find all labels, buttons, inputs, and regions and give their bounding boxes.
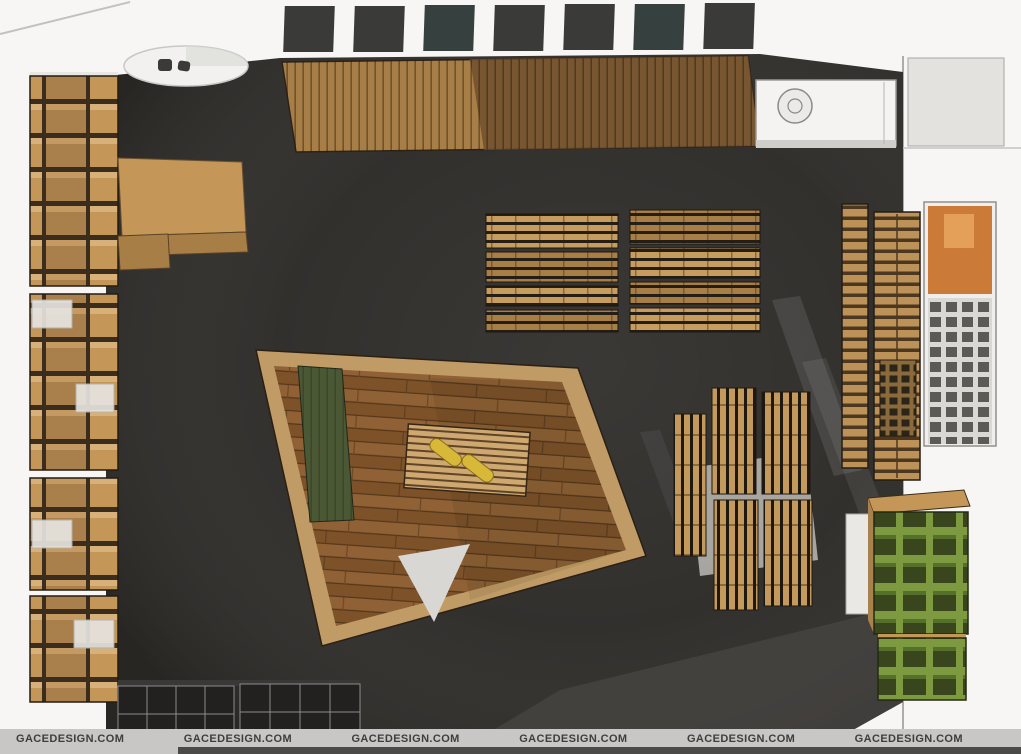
lower-shelf-unit <box>878 638 966 700</box>
ac-front-edge <box>756 140 896 148</box>
skylight-panel <box>563 4 615 50</box>
slat-shelf-narrow <box>842 204 868 468</box>
ac-body <box>756 80 896 146</box>
light-fixture-icon <box>177 60 190 72</box>
slat-table <box>630 282 760 304</box>
render-canvas: GACEDESIGN.COM GACEDESIGN.COM GACEDESIGN… <box>0 0 1021 754</box>
slat-bench <box>714 500 758 610</box>
skylight-panel <box>493 5 545 51</box>
shelf-white-box <box>32 520 72 548</box>
watermark-text: GACEDESIGN.COM <box>16 733 124 745</box>
interior-render <box>0 0 1021 754</box>
footer-strip <box>178 747 1021 754</box>
watermark-text: GACEDESIGN.COM <box>855 733 963 745</box>
poster-thumbnail-grid <box>928 298 992 444</box>
skylight-panel <box>703 3 755 49</box>
slat-table <box>630 308 760 332</box>
slat-table <box>486 310 618 332</box>
light-fixture-icon <box>158 59 172 71</box>
watermark-text: GACEDESIGN.COM <box>519 733 627 745</box>
cabinet-shelves <box>874 512 968 634</box>
slat-table-cluster-left <box>486 214 618 332</box>
watermark-text: GACEDESIGN.COM <box>351 733 459 745</box>
shelf-white-box <box>32 300 72 328</box>
shelf-section <box>30 76 118 286</box>
watermark-text: GACEDESIGN.COM <box>184 733 292 745</box>
wall-recess <box>908 58 1004 146</box>
slat-table <box>486 214 618 248</box>
skylight-panel <box>283 6 335 52</box>
slat-bench <box>764 500 812 606</box>
slatted-ceiling-panel <box>282 56 760 152</box>
slat-table-cluster-right <box>630 210 760 332</box>
slat-table <box>486 286 618 306</box>
slat-bench <box>762 392 810 494</box>
poster-header-image <box>944 214 974 248</box>
skylight-panel <box>633 4 685 50</box>
slat-bench <box>674 414 706 556</box>
slat-table <box>630 248 760 278</box>
skylight-panel <box>353 6 405 52</box>
shelf-white-box <box>74 620 114 648</box>
panel-slats <box>282 56 760 152</box>
cabinet-side <box>868 498 874 634</box>
ac-fan-icon <box>778 89 812 123</box>
shelf-section <box>30 596 118 702</box>
wall-poster <box>924 202 996 446</box>
desk-top <box>118 158 246 236</box>
pegboard-grid <box>880 360 916 436</box>
slat-table <box>486 252 618 282</box>
slat-table <box>630 210 760 244</box>
watermark-text: GACEDESIGN.COM <box>687 733 795 745</box>
ac-unit <box>756 80 896 148</box>
slat-bench <box>712 388 756 494</box>
wall-slat-shelves <box>842 204 920 480</box>
ceiling-light <box>124 46 248 86</box>
skylight-panel <box>423 5 475 51</box>
left-shelf-column <box>30 72 118 702</box>
shelf-white-box <box>76 384 114 412</box>
desk-return <box>118 234 170 270</box>
